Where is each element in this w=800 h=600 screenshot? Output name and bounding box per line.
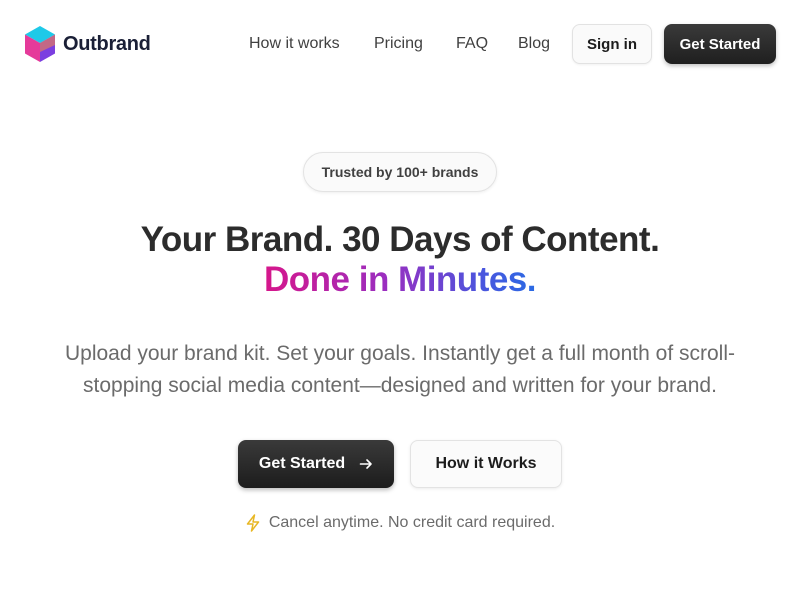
headline-line-1: Your Brand. 30 Days of Content. [140,220,660,259]
lightning-bolt-icon [246,514,260,532]
cancel-note-text: Cancel anytime. No credit card required. [268,514,556,531]
site-header: Outbrand How it works Pricing FAQ Blog S… [0,0,800,88]
hero-subtitle: Upload your brand kit. Set your goals. I… [20,338,780,402]
arrow-right-icon [359,459,372,469]
nav-how-it-works[interactable]: How it works [249,34,340,54]
nav-pricing[interactable]: Pricing [374,34,423,54]
header-get-started-button[interactable]: Get Started [664,24,776,64]
brand-name: Outbrand [63,32,151,55]
trust-badge: Trusted by 100+ brands [303,152,497,192]
brand-logo[interactable]: Outbrand [24,24,151,64]
get-started-cta-label: Get Started [258,455,346,472]
subtitle-line-2: stopping social media content—designed a… [83,374,717,397]
cancel-note: Cancel anytime. No credit card required. [0,514,800,532]
sign-in-button[interactable]: Sign in [572,24,652,64]
subtitle-line-1: Upload your brand kit. Set your goals. I… [64,342,735,365]
nav-faq[interactable]: FAQ [456,34,488,54]
how-it-works-button[interactable]: How it Works [410,440,562,488]
headline-line-2-gradient: Done in Minutes. [264,260,537,299]
cube-logo-icon [25,26,55,62]
get-started-cta-button[interactable]: Get Started [238,440,394,488]
hero-headline: Your Brand. 30 Days of Content. Done in … [0,220,800,300]
nav-blog[interactable]: Blog [518,34,550,54]
